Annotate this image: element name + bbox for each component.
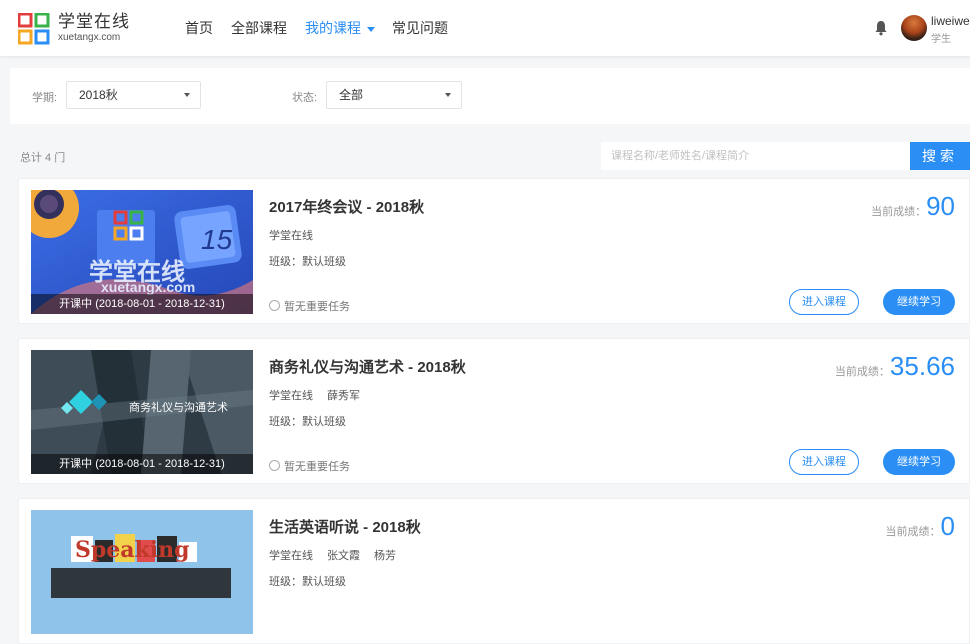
course-title[interactable]: 2017年终会议 - 2018秋 — [269, 196, 424, 217]
logo-text[interactable]: 学堂在线 xuetangx.com — [58, 12, 130, 44]
term-select-value: 2018秋 — [79, 88, 118, 102]
dropdown-arrow-icon — [184, 93, 190, 97]
course-status: 开课中 (2018-08-01 - 2018-12-31) — [31, 454, 253, 474]
school-name: 学堂在线 — [269, 550, 313, 562]
score-value: 35.66 — [889, 351, 955, 381]
course-score: 当前成绩：90 — [871, 191, 955, 222]
continue-learning-button[interactable]: 继续学习 — [883, 289, 955, 315]
course-search-input[interactable] — [601, 142, 910, 170]
dropdown-arrow-icon — [445, 93, 451, 97]
course-task: 暂无重要任务 — [269, 298, 350, 314]
nav-faq[interactable]: 常见问题 — [392, 0, 448, 56]
nav-my-courses-label: 我的课程 — [305, 20, 361, 36]
course-card: Speaking 生活英语听说 - 2018秋 学堂在线 张文霞 杨芳 班级：默认班… — [18, 498, 970, 644]
thumb-subtitle: xuetangx.com — [101, 279, 195, 295]
clock-icon — [269, 300, 280, 311]
school-name: 学堂在线 — [269, 230, 313, 242]
course-total: 总计 4 门 — [20, 152, 66, 164]
user-name[interactable]: liweiwe — [931, 14, 970, 28]
thumb-number: 15 — [201, 224, 233, 255]
score-value: 0 — [940, 511, 955, 541]
search-button[interactable]: 搜索 — [910, 142, 970, 170]
logo-domain: xuetangx.com — [58, 32, 121, 43]
course-school: 学堂在线 薛秀军 — [269, 387, 374, 403]
course-status: 开课中 (2018-08-01 - 2018-12-31) — [31, 294, 253, 314]
course-school: 学堂在线 张文霞 杨芳 — [269, 547, 410, 563]
nav-my-courses[interactable]: 我的课程 — [305, 0, 375, 56]
avatar[interactable] — [901, 15, 927, 41]
enter-course-button[interactable]: 进入课程 — [789, 449, 859, 475]
top-header: 学堂在线 xuetangx.com 首页 全部课程 我的课程 常见问题 liwe… — [0, 0, 970, 56]
score-value: 90 — [926, 191, 955, 221]
course-card: 15 学堂在线 xuetangx.com 开课中 (2018-08-01 - 2… — [18, 178, 970, 324]
course-school: 学堂在线 — [269, 227, 327, 243]
score-label: 当前成绩： — [871, 206, 927, 218]
thumb-title: Speaking — [75, 537, 190, 563]
score-label: 当前成绩： — [834, 366, 890, 378]
task-text: 暂无重要任务 — [284, 461, 350, 473]
teacher-name: 杨芳 — [374, 550, 396, 562]
xuetangx-logo-icon[interactable] — [18, 13, 50, 45]
course-class: 班级：默认班级 — [269, 416, 346, 428]
course-thumbnail[interactable]: Speaking — [31, 510, 253, 634]
course-class: 班级：默认班级 — [269, 256, 346, 268]
continue-learning-button[interactable]: 继续学习 — [883, 449, 955, 475]
status-label: 状态: — [292, 92, 318, 104]
status-select-value: 全部 — [339, 88, 364, 102]
nav-all-courses[interactable]: 全部课程 — [231, 0, 287, 56]
course-cover-image: Speaking — [31, 510, 253, 634]
chevron-down-icon — [367, 26, 375, 32]
user-role: 学生 — [931, 34, 951, 45]
score-label: 当前成绩： — [885, 526, 941, 538]
teacher-name: 薛秀军 — [327, 390, 360, 402]
teacher-name: 张文霞 — [327, 550, 360, 562]
course-class: 班级：默认班级 — [269, 576, 346, 588]
clock-icon — [269, 460, 280, 471]
nav-home[interactable]: 首页 — [185, 0, 213, 56]
school-name: 学堂在线 — [269, 390, 313, 402]
term-select[interactable]: 2018秋 — [66, 81, 201, 109]
bell-icon[interactable] — [874, 20, 888, 36]
filter-bar: 学期: 2018秋 状态: 全部 — [10, 68, 970, 124]
status-select[interactable]: 全部 — [326, 81, 462, 109]
course-thumbnail[interactable]: 15 学堂在线 xuetangx.com 开课中 (2018-08-01 - 2… — [31, 190, 253, 314]
term-label: 学期: — [32, 92, 58, 104]
course-title[interactable]: 商务礼仪与沟通艺术 - 2018秋 — [269, 356, 466, 377]
thumb-title: 商务礼仪与沟通艺术 — [129, 400, 228, 414]
task-text: 暂无重要任务 — [284, 301, 350, 313]
enter-course-button[interactable]: 进入课程 — [789, 289, 859, 315]
logo-name: 学堂在线 — [58, 12, 130, 31]
course-task: 暂无重要任务 — [269, 458, 350, 474]
course-title[interactable]: 生活英语听说 - 2018秋 — [269, 516, 421, 537]
course-thumbnail[interactable]: 商务礼仪与沟通艺术 开课中 (2018-08-01 - 2018-12-31) — [31, 350, 253, 474]
course-score: 当前成绩：35.66 — [835, 351, 955, 382]
course-score: 当前成绩：0 — [886, 511, 955, 542]
course-card: 商务礼仪与沟通艺术 开课中 (2018-08-01 - 2018-12-31) … — [18, 338, 970, 484]
